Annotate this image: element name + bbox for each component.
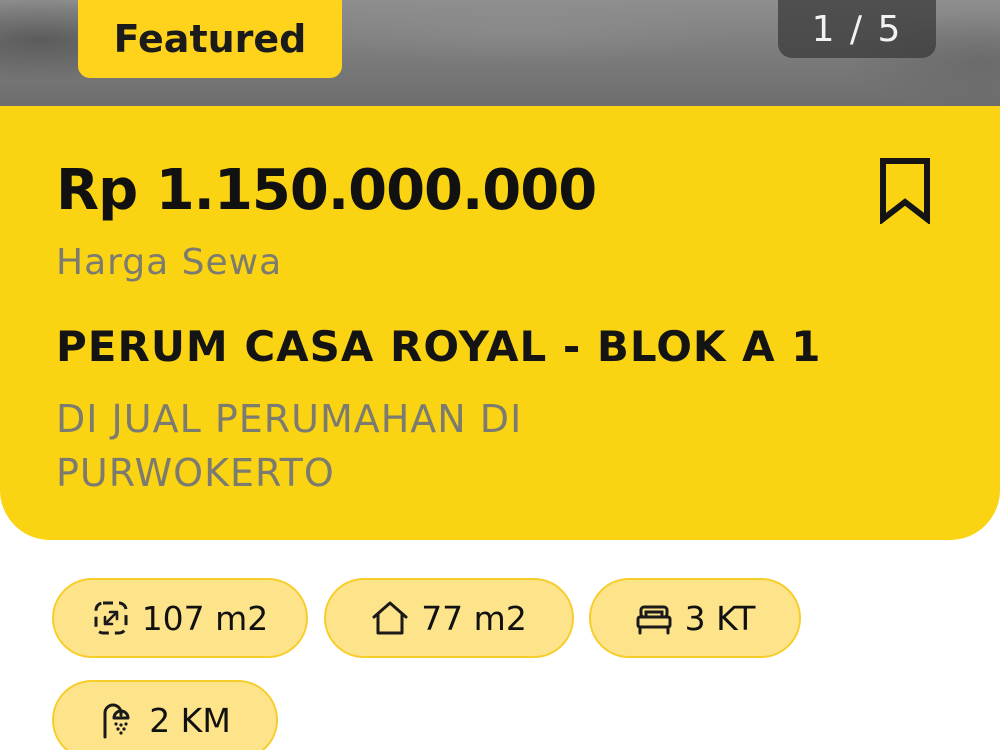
feature-chip-bedrooms: 3 KT — [589, 578, 801, 658]
feature-chip-label: 3 KT — [684, 598, 756, 638]
listing-card: Featured 1 / 5 Rp 1.150.000.000 Harga Se… — [0, 0, 1000, 750]
bookmark-icon[interactable] — [878, 156, 932, 224]
feature-chip-label: 107 m2 — [141, 598, 269, 638]
listing-price: Rp 1.150.000.000 — [56, 158, 597, 223]
feature-chip-building-area: 77 m2 — [324, 578, 574, 658]
listing-description: DI JUAL PERUMAHAN DI PURWOKERTO — [56, 397, 523, 495]
feature-chip-bathrooms: 2 KM — [52, 680, 278, 750]
feature-chip-label: 2 KM — [149, 700, 231, 740]
shower-icon — [103, 703, 130, 739]
feature-chip-label: 77 m2 — [421, 598, 527, 638]
listing-title[interactable]: PERUM CASA ROYAL - BLOK A 1 — [56, 322, 821, 371]
photo-counter-text: 1 / 5 — [811, 8, 903, 50]
feature-chip-land-area: 107 m2 — [52, 578, 308, 658]
featured-badge-label: Featured — [113, 17, 307, 61]
house-icon — [372, 601, 408, 635]
featured-badge: Featured — [78, 0, 342, 78]
price-type-label: Harga Sewa — [56, 242, 283, 283]
photo-counter: 1 / 5 — [778, 0, 936, 58]
bed-icon — [636, 605, 672, 635]
land-area-icon — [94, 601, 128, 635]
